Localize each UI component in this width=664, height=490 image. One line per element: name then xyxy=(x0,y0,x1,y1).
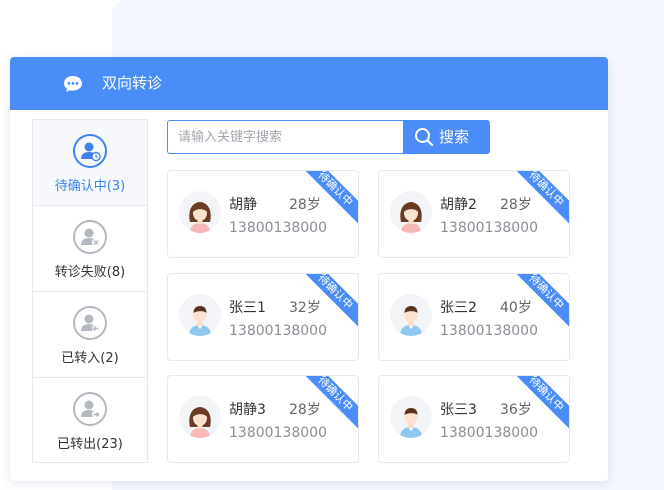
patient-card[interactable]: 张三1 32岁 13800138000 待确认中 xyxy=(167,273,359,361)
patient-age: 28岁 xyxy=(289,402,321,418)
sidebar: 待确认中(3) 转诊失败(8) 已转入(2) 已转出(23) xyxy=(32,119,148,463)
chat-icon xyxy=(64,76,82,92)
patient-phone: 13800138000 xyxy=(440,323,538,339)
card-header: 双向转诊 xyxy=(10,57,608,110)
patient-name: 胡静 xyxy=(229,197,257,213)
user-arrow-in-icon xyxy=(73,306,107,340)
avatar-female xyxy=(179,191,221,233)
search-box xyxy=(167,120,405,154)
avatar-male xyxy=(390,396,432,438)
avatar-female xyxy=(390,191,432,233)
patient-phone: 13800138000 xyxy=(229,425,327,441)
patient-name: 张三3 xyxy=(440,402,477,418)
sidebar-item-pending[interactable]: 待确认中(3) xyxy=(33,120,147,206)
patient-name: 张三1 xyxy=(229,300,266,316)
patient-card[interactable]: 张三3 36岁 13800138000 待确认中 xyxy=(378,375,570,463)
patient-name: 张三2 xyxy=(440,300,477,316)
patient-card[interactable]: 张三2 40岁 13800138000 待确认中 xyxy=(378,273,570,361)
referral-card: 双向转诊 待确认中(3) 转诊失败(8) 已转入(2) 已转出(23) 请输入关… xyxy=(10,57,608,481)
patient-phone: 13800138000 xyxy=(440,220,538,236)
patient-phone: 13800138000 xyxy=(229,220,327,236)
patient-card[interactable]: 胡静3 28岁 13800138000 待确认中 xyxy=(167,375,359,463)
patient-age: 28岁 xyxy=(289,197,321,213)
patient-card[interactable]: 胡静 28岁 13800138000 待确认中 xyxy=(167,170,359,258)
search-icon xyxy=(415,128,434,147)
patient-card[interactable]: 胡静2 28岁 13800138000 待确认中 xyxy=(378,170,570,258)
user-x-icon xyxy=(73,220,107,254)
sidebar-item-label: 已转入(2) xyxy=(61,351,119,366)
patient-age: 36岁 xyxy=(500,402,532,418)
patient-name: 胡静3 xyxy=(229,402,266,418)
user-clock-icon xyxy=(73,134,107,168)
sidebar-item-label: 已转出(23) xyxy=(57,437,123,452)
patient-phone: 13800138000 xyxy=(440,425,538,441)
patient-phone: 13800138000 xyxy=(229,323,327,339)
patient-age: 40岁 xyxy=(500,300,532,316)
search-input[interactable] xyxy=(168,121,404,153)
patient-age: 32岁 xyxy=(289,300,321,316)
user-arrow-out-icon xyxy=(73,392,107,426)
sidebar-item-label: 转诊失败(8) xyxy=(54,265,126,280)
avatar-female xyxy=(179,396,221,438)
avatar-male xyxy=(390,294,432,336)
sidebar-item-transferred-out[interactable]: 已转出(23) xyxy=(33,378,147,464)
avatar-male xyxy=(179,294,221,336)
search-button-label: 搜索 xyxy=(439,128,470,146)
search-button[interactable]: 搜索 xyxy=(403,120,490,154)
page-title: 双向转诊 xyxy=(102,74,163,92)
sidebar-item-label: 待确认中(3) xyxy=(54,179,126,194)
sidebar-item-failed[interactable]: 转诊失败(8) xyxy=(33,206,147,292)
patient-name: 胡静2 xyxy=(440,197,477,213)
sidebar-item-transferred-in[interactable]: 已转入(2) xyxy=(33,292,147,378)
patient-age: 28岁 xyxy=(500,197,532,213)
